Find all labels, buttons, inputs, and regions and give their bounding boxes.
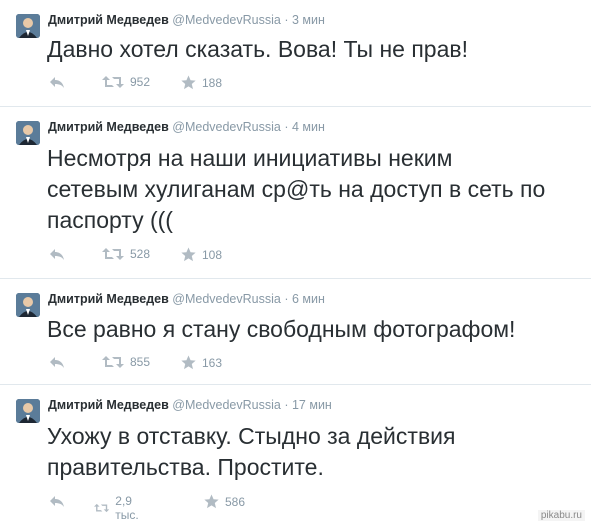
retweet-count: 2,9 тыс.	[115, 494, 139, 522]
tweet: Дмитрий Медведев @MedvedevRussia · 6 мин…	[0, 279, 591, 385]
star-icon	[181, 247, 196, 262]
author-handle[interactable]: @MedvedevRussia	[172, 292, 281, 306]
favorite-count: 163	[202, 355, 223, 370]
author-name[interactable]: Дмитрий Медведев	[48, 292, 169, 306]
avatar[interactable]	[16, 121, 40, 145]
author-handle[interactable]: @MedvedevRussia	[172, 13, 281, 27]
retweet-count: 855	[130, 355, 151, 369]
separator: ·	[284, 292, 289, 306]
favorite-button[interactable]: 586	[204, 494, 245, 509]
retweet-count: 952	[130, 75, 151, 89]
favorite-button[interactable]: 108	[181, 247, 222, 262]
reply-icon	[50, 496, 64, 507]
tweet-header: Дмитрий Медведев @MedvedevRussia · 4 мин	[48, 120, 325, 134]
tweet-text: Все равно я стану свободным фотографом!	[47, 316, 516, 342]
retweet-count: 528	[130, 247, 151, 261]
author-handle[interactable]: @MedvedevRussia	[172, 120, 281, 134]
favorite-button[interactable]: 163	[181, 355, 222, 370]
reply-button[interactable]	[48, 247, 66, 261]
avatar[interactable]	[16, 14, 40, 38]
favorite-count: 188	[202, 75, 223, 90]
retweet-icon	[102, 76, 124, 88]
retweet-button[interactable]: 2,9 тыс.	[94, 494, 145, 522]
tweet-time[interactable]: 6 мин	[292, 292, 325, 306]
reply-icon	[50, 77, 64, 88]
tweet-header: Дмитрий Медведев @MedvedevRussia · 17 ми…	[48, 398, 332, 412]
retweet-button[interactable]: 952	[102, 75, 150, 89]
tweet: Дмитрий Медведев @MedvedevRussia · 4 мин…	[0, 107, 591, 279]
reply-button[interactable]	[48, 494, 66, 508]
retweet-button[interactable]: 528	[102, 247, 150, 261]
author-name[interactable]: Дмитрий Медведев	[48, 120, 169, 134]
tweet-time[interactable]: 3 мин	[292, 13, 325, 27]
tweet-time[interactable]: 17 мин	[292, 398, 332, 412]
retweet-button[interactable]: 855	[102, 355, 150, 369]
star-icon	[204, 494, 219, 509]
separator: ·	[284, 398, 289, 412]
tweet-header: Дмитрий Медведев @MedvedevRussia · 6 мин	[48, 292, 325, 306]
reply-icon	[50, 357, 64, 368]
retweet-icon	[102, 248, 124, 260]
author-name[interactable]: Дмитрий Медведев	[48, 398, 169, 412]
tweet-header: Дмитрий Медведев @MedvedevRussia · 3 мин	[48, 13, 325, 27]
tweet-text: Давно хотел сказать. Вова! Ты не прав!	[47, 36, 468, 62]
tweet: Дмитрий Медведев @MedvedevRussia · 17 ми…	[0, 385, 591, 524]
tweet-text: Несмотря на наши инициативы неким сетевы…	[47, 145, 546, 233]
reply-button[interactable]	[48, 355, 66, 369]
author-handle[interactable]: @MedvedevRussia	[172, 398, 281, 412]
favorite-count: 586	[225, 494, 246, 509]
avatar[interactable]	[16, 399, 40, 423]
star-icon	[181, 355, 196, 370]
tweet-time[interactable]: 4 мин	[292, 120, 325, 134]
favorite-count: 108	[202, 247, 223, 262]
reply-icon	[50, 249, 64, 260]
favorite-button[interactable]: 188	[181, 75, 222, 90]
tweet: Дмитрий Медведев @MedvedevRussia · 3 мин…	[0, 0, 591, 107]
separator: ·	[284, 120, 289, 134]
retweet-icon	[102, 356, 124, 368]
reply-button[interactable]	[48, 75, 66, 89]
watermark: pikabu.ru	[537, 510, 585, 521]
star-icon	[181, 75, 196, 90]
avatar[interactable]	[16, 293, 40, 317]
author-name[interactable]: Дмитрий Медведев	[48, 13, 169, 27]
tweet-text: Ухожу в отставку. Стыдно за действия пра…	[47, 423, 456, 480]
retweet-icon	[94, 503, 110, 513]
separator: ·	[284, 13, 289, 27]
